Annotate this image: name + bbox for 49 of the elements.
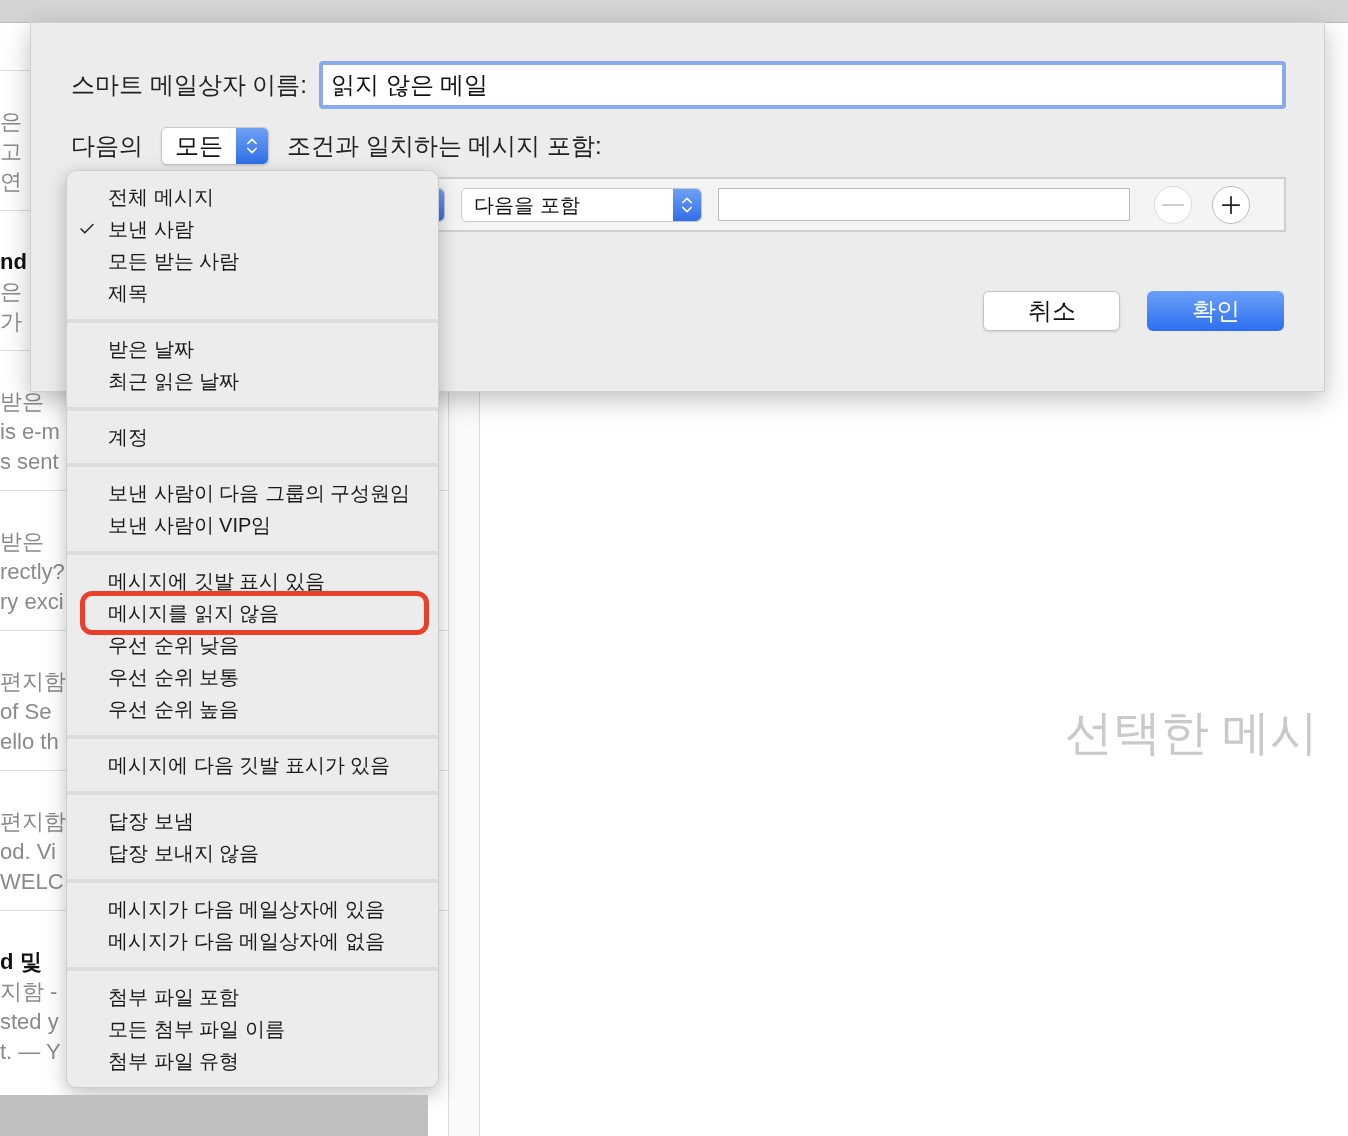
- menu-item[interactable]: 우선 순위 높음: [67, 693, 438, 725]
- highlighted-menu-item[interactable]: 메시지를 읽지 않음: [80, 591, 429, 635]
- message-line: 지함 -: [0, 978, 58, 1006]
- message-line: t. — Y: [0, 1038, 61, 1066]
- message-line: of Se: [0, 698, 52, 726]
- name-label: 스마트 메일상자 이름:: [71, 70, 307, 100]
- menu-item[interactable]: 첨부 파일 유형: [67, 1045, 438, 1077]
- message-line: 받은: [0, 528, 44, 556]
- message-sender: nd: [0, 248, 27, 276]
- message-line: is e-m: [0, 418, 60, 446]
- menu-item[interactable]: 받은 날짜: [67, 333, 438, 365]
- message-line: 가: [0, 308, 22, 336]
- match-label: 다음의: [71, 131, 143, 161]
- cancel-button[interactable]: 취소: [983, 291, 1120, 331]
- menu-item[interactable]: 계정: [67, 421, 438, 453]
- message-line: 편지함: [0, 668, 66, 696]
- message-line: 고: [0, 138, 22, 166]
- message-sender: d 및: [0, 948, 42, 976]
- menu-item[interactable]: 전체 메시지: [67, 181, 438, 213]
- match-label: 조건과 일치하는 메시지 포함:: [287, 131, 602, 161]
- name-field[interactable]: 읽지 않은 메일: [319, 61, 1286, 109]
- message-line: ello th: [0, 728, 59, 756]
- menu-item[interactable]: 제목: [67, 277, 438, 309]
- menu-item[interactable]: 우선 순위 보통: [67, 661, 438, 693]
- menu-item[interactable]: 모든 받는 사람: [67, 245, 438, 277]
- message-line: 연: [0, 168, 22, 196]
- menu-item[interactable]: 모든 첨부 파일 이름: [67, 1013, 438, 1045]
- message-line: 은: [0, 278, 22, 306]
- menu-item[interactable]: 최근 읽은 날짜: [67, 365, 438, 397]
- message-line: ry exci: [0, 588, 64, 616]
- menu-item[interactable]: 메시지에 다음 깃발 표시가 있음: [67, 749, 438, 781]
- message-line: sted y: [0, 1008, 59, 1036]
- message-line: od. Vi: [0, 838, 56, 866]
- message-line: WELC: [0, 868, 64, 896]
- operator-popup[interactable]: 다음을 포함: [461, 187, 702, 222]
- menu-item[interactable]: 답장 보냄: [67, 805, 438, 837]
- message-line: s sent: [0, 448, 59, 476]
- menu-item[interactable]: 보낸 사람이 다음 그룹의 구성원임: [67, 477, 438, 509]
- menu-item[interactable]: 메시지가 다음 메일상자에 없음: [67, 925, 438, 957]
- menu-item[interactable]: 첨부 파일 포함: [67, 981, 438, 1013]
- message-line: rectly?: [0, 558, 65, 586]
- menu-item[interactable]: 보낸 사람이 VIP임: [67, 509, 438, 541]
- message-line: 받은: [0, 388, 44, 416]
- menu-item[interactable]: 답장 보내지 않음: [67, 837, 438, 869]
- menu-item[interactable]: 메시지가 다음 메일상자에 있음: [67, 893, 438, 925]
- menu-item[interactable]: 보낸 사람: [67, 213, 438, 245]
- message-line: 은: [0, 108, 22, 136]
- message-line: 편지함: [0, 808, 66, 836]
- match-popup[interactable]: 모든: [161, 127, 269, 165]
